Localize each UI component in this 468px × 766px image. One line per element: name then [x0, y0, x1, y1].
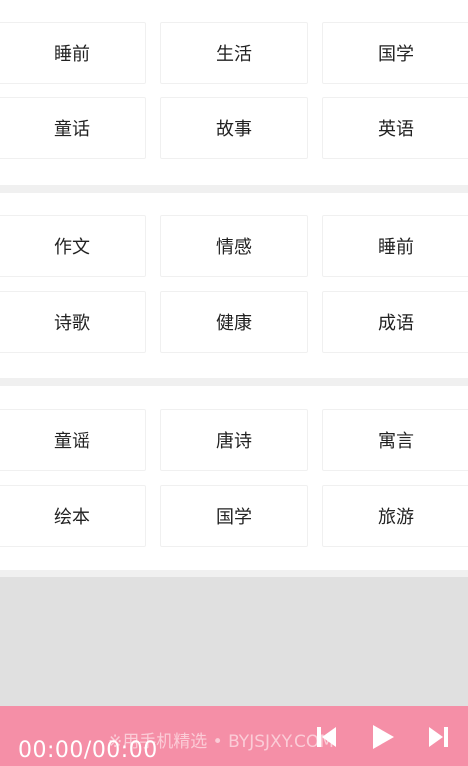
category-tile[interactable]: 作文 [0, 215, 146, 277]
play-icon[interactable] [371, 724, 395, 750]
section-divider [0, 185, 468, 193]
previous-icon[interactable] [317, 726, 337, 748]
next-icon[interactable] [428, 726, 448, 748]
category-tile[interactable]: 成语 [322, 291, 468, 353]
audio-player-bar: ※用手机精选 • BYJSJXY.COM 00:00/00:00 [0, 706, 468, 766]
category-tile[interactable]: 健康 [160, 291, 308, 353]
category-section-3: 童谣 唐诗 寓言 绘本 国学 旅游 [0, 386, 468, 570]
category-tile[interactable]: 故事 [160, 97, 308, 159]
category-tile[interactable]: 睡前 [322, 215, 468, 277]
category-tile[interactable]: 生活 [160, 22, 308, 84]
category-tile[interactable]: 唐诗 [160, 409, 308, 471]
category-tile[interactable]: 绘本 [0, 485, 146, 547]
empty-content-area [0, 577, 468, 706]
category-tile[interactable]: 睡前 [0, 22, 146, 84]
category-tile[interactable]: 国学 [322, 22, 468, 84]
category-tile[interactable]: 情感 [160, 215, 308, 277]
category-tile[interactable]: 寓言 [322, 409, 468, 471]
category-tile[interactable]: 旅游 [322, 485, 468, 547]
category-tile[interactable]: 童话 [0, 97, 146, 159]
category-section-2: 作文 情感 睡前 诗歌 健康 成语 [0, 193, 468, 378]
playback-time: 00:00/00:00 [18, 738, 158, 763]
category-tile[interactable]: 英语 [322, 97, 468, 159]
category-tile[interactable]: 诗歌 [0, 291, 146, 353]
section-divider [0, 378, 468, 386]
category-section-1: 睡前 生活 国学 童话 故事 英语 [0, 0, 468, 185]
section-divider [0, 570, 468, 577]
category-tile[interactable]: 童谣 [0, 409, 146, 471]
category-tile[interactable]: 国学 [160, 485, 308, 547]
